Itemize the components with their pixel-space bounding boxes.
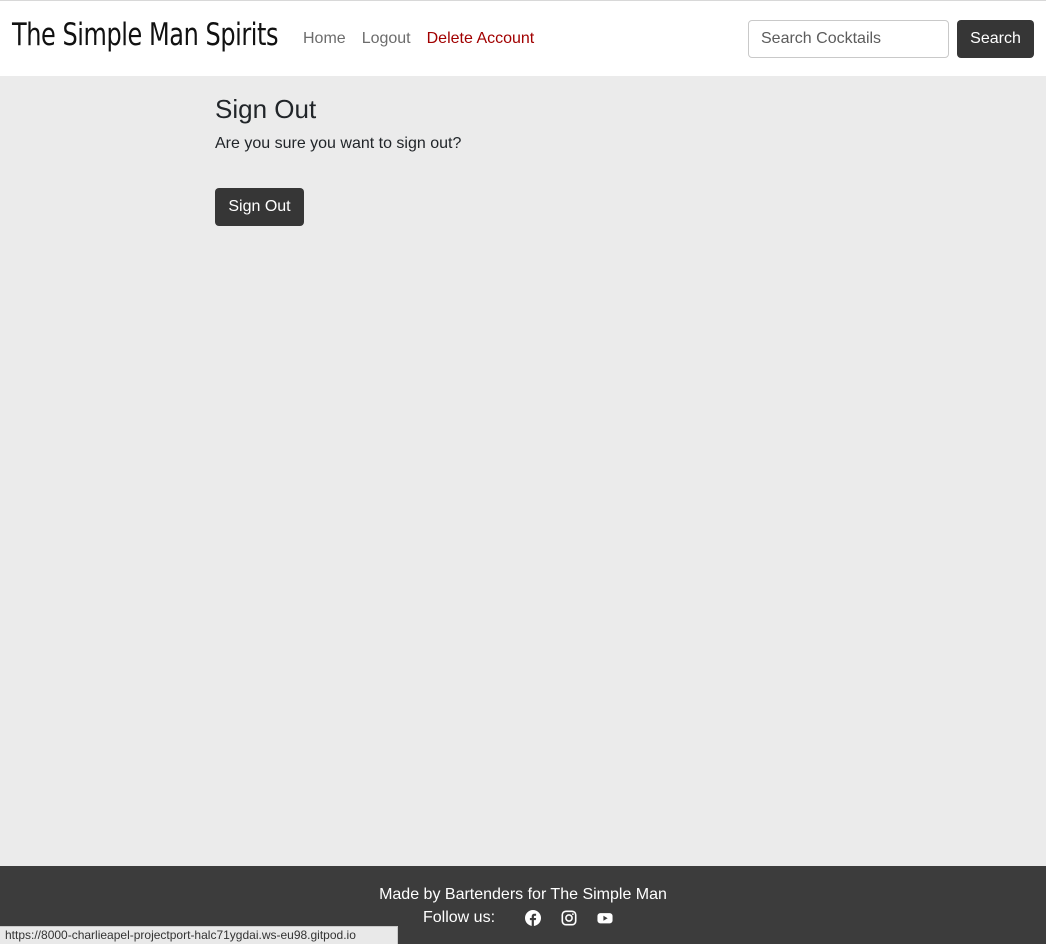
status-bar-url: https://8000-charlieapel-projectport-hal…	[0, 926, 398, 944]
footer-follow: Follow us:	[0, 909, 1046, 927]
nav-link-delete-account[interactable]: Delete Account	[427, 30, 535, 48]
facebook-icon[interactable]	[525, 910, 542, 926]
signout-panel: Sign Out Are you sure you want to sign o…	[215, 92, 462, 226]
signout-message: Are you sure you want to sign out?	[215, 135, 462, 152]
nav-link-logout[interactable]: Logout	[362, 30, 411, 48]
follow-label: Follow us:	[422, 909, 496, 926]
instagram-icon[interactable]	[561, 910, 577, 926]
sign-out-button[interactable]: Sign Out	[215, 188, 304, 226]
nav-links: Home Logout Delete Account	[303, 30, 534, 48]
page-title: Sign Out	[215, 94, 317, 124]
footer-credit: Made by Bartenders for The Simple Man	[379, 886, 667, 903]
page: The Simple Man Spirits Home Logout Delet…	[0, 0, 1046, 944]
search-button[interactable]: Search	[957, 20, 1034, 58]
brand-logo[interactable]: The Simple Man Spirits	[12, 17, 278, 53]
nav-link-home[interactable]: Home	[303, 30, 346, 48]
search-input[interactable]	[748, 20, 949, 58]
youtube-icon[interactable]	[597, 910, 613, 926]
navbar: The Simple Man Spirits Home Logout Delet…	[0, 1, 1046, 76]
